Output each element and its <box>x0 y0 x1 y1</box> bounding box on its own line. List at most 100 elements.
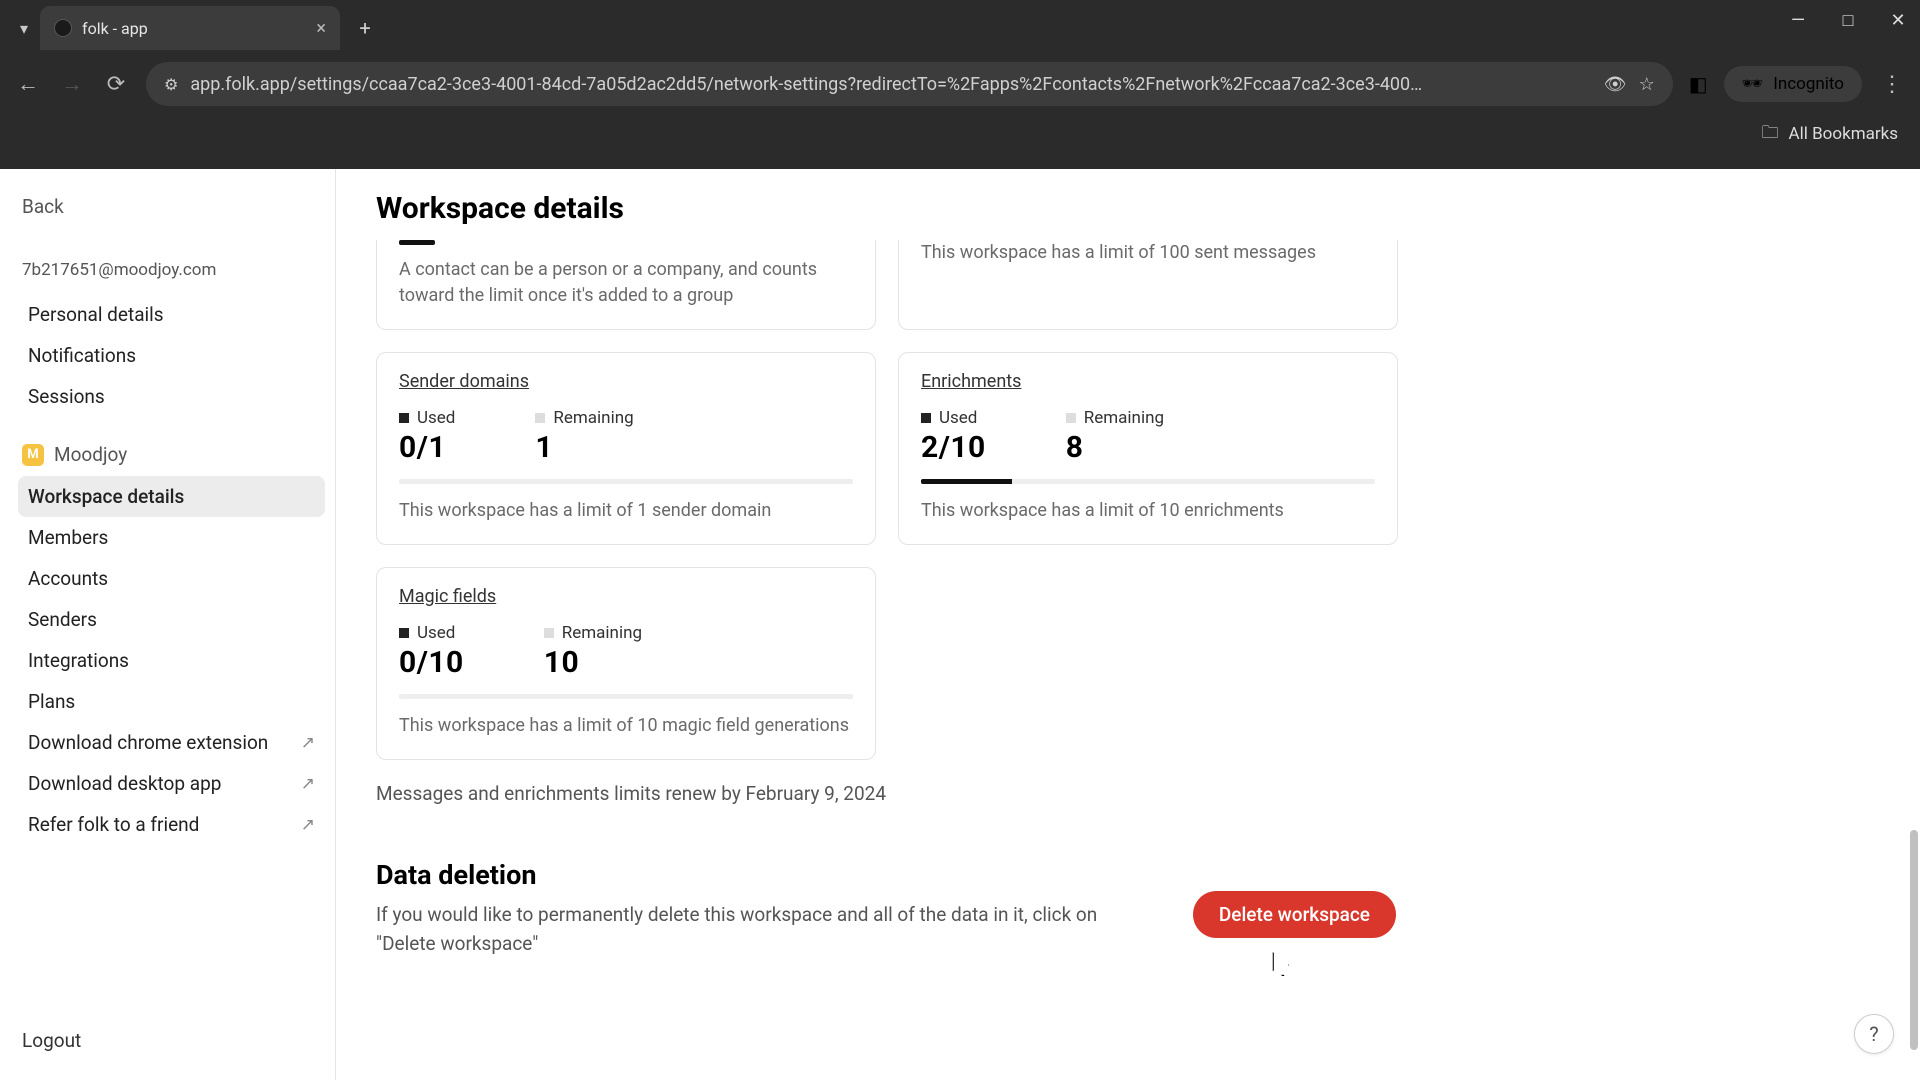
incognito-label: Incognito <box>1773 74 1844 94</box>
tab-bar: ▾ folk - app × + ― □ ✕ <box>0 0 1920 56</box>
used-label: Used <box>417 408 455 428</box>
sidebar-item-personal-details[interactable]: Personal details <box>18 294 325 335</box>
progress-bar <box>399 479 853 484</box>
window-controls: ― □ ✕ <box>1784 10 1912 31</box>
remaining-label: Remaining <box>562 623 642 643</box>
sidebar-item-chrome-extension[interactable]: Download chrome extension ↗ <box>18 722 325 763</box>
sidebar-item-sessions[interactable]: Sessions <box>18 376 325 417</box>
sidebar-item-workspace-details[interactable]: Workspace details <box>18 476 325 517</box>
browser-tab[interactable]: folk - app × <box>40 6 340 50</box>
all-bookmarks-link[interactable]: All Bookmarks <box>1789 124 1898 144</box>
sidebar-item-senders[interactable]: Senders <box>18 599 325 640</box>
tab-favicon <box>54 19 72 37</box>
progress-fill <box>921 479 1012 484</box>
new-tab-button[interactable]: + <box>348 11 382 45</box>
workspace-name: Moodjoy <box>54 443 127 466</box>
nav-back-icon[interactable]: ← <box>14 71 42 97</box>
account-email: 7b217651@moodjoy.com <box>18 256 325 284</box>
usage-card-messages-truncated: This workspace has a limit of 100 sent m… <box>898 240 1398 330</box>
bookmark-star-icon[interactable]: ☆ <box>1639 74 1655 95</box>
scrollbar-thumb[interactable] <box>1910 830 1918 1050</box>
sidebar-item-label: Refer folk to a friend <box>28 813 199 836</box>
card-description: This workspace has a limit of 10 enrichm… <box>921 498 1375 524</box>
used-value: 2/10 <box>921 430 986 465</box>
data-deletion-title: Data deletion <box>376 859 1136 891</box>
sidebar-item-refer-friend[interactable]: Refer folk to a friend ↗ <box>18 804 325 845</box>
address-bar: ← → ⟳ ⚙ app.folk.app/settings/ccaa7ca2-3… <box>0 56 1920 112</box>
usage-card-sender-domains: Sender domains Used 0/1 Remaining 1 This… <box>376 352 876 545</box>
usage-card-contacts-truncated: A contact can be a person or a company, … <box>376 240 876 330</box>
legend-dot-remaining <box>1066 413 1076 423</box>
close-window-icon[interactable]: ✕ <box>1884 10 1912 31</box>
data-deletion-section: Data deletion If you would like to perma… <box>376 859 1396 958</box>
incognito-icon: 🕶 <box>1742 74 1764 94</box>
delete-workspace-button[interactable]: Delete workspace <box>1193 891 1396 938</box>
incognito-indicator[interactable]: 🕶 Incognito <box>1724 66 1862 102</box>
help-button[interactable]: ? <box>1854 1014 1894 1054</box>
minimize-icon[interactable]: ― <box>1784 10 1812 31</box>
legend-dot-used <box>399 628 409 638</box>
usage-card-magic-fields: Magic fields Used 0/10 Remaining 10 This… <box>376 567 876 760</box>
sidebar-item-desktop-app[interactable]: Download desktop app ↗ <box>18 763 325 804</box>
progress-bar <box>399 694 853 699</box>
card-title-link[interactable]: Magic fields <box>399 586 496 607</box>
settings-sidebar: Back 7b217651@moodjoy.com Personal detai… <box>0 169 336 1080</box>
card-description: This workspace has a limit of 1 sender d… <box>399 498 853 524</box>
main-content: Workspace details A contact can be a per… <box>336 169 1920 1080</box>
legend-dot-used <box>921 413 931 423</box>
card-title-link[interactable]: Sender domains <box>399 371 529 392</box>
nav-reload-icon[interactable]: ⟳ <box>102 72 130 97</box>
card-description: This workspace has a limit of 100 sent m… <box>921 240 1375 266</box>
progress-fill <box>399 240 435 245</box>
progress-bar <box>921 479 1375 484</box>
legend-dot-remaining <box>535 413 545 423</box>
data-deletion-description: If you would like to permanently delete … <box>376 901 1136 958</box>
vertical-scrollbar[interactable] <box>1908 199 1918 1050</box>
folder-icon: 🗀 <box>1762 120 1779 149</box>
sidebar-item-accounts[interactable]: Accounts <box>18 558 325 599</box>
maximize-icon[interactable]: □ <box>1834 10 1862 31</box>
workspace-group-label: M Moodjoy <box>18 439 325 470</box>
browser-chrome: ▾ folk - app × + ― □ ✕ ← → ⟳ ⚙ app.folk.… <box>0 0 1920 169</box>
eye-off-icon[interactable]: 👁 <box>1604 74 1627 95</box>
sidebar-item-members[interactable]: Members <box>18 517 325 558</box>
used-label: Used <box>939 408 977 428</box>
page-title: Workspace details <box>376 191 1870 226</box>
sidebar-item-notifications[interactable]: Notifications <box>18 335 325 376</box>
tab-search-dropdown[interactable]: ▾ <box>8 12 40 44</box>
url-field[interactable]: ⚙ app.folk.app/settings/ccaa7ca2-3ce3-40… <box>146 62 1673 106</box>
usage-cards-row-truncated: A contact can be a person or a company, … <box>376 240 1870 330</box>
site-settings-icon[interactable]: ⚙ <box>164 75 178 94</box>
back-link[interactable]: Back <box>18 187 325 226</box>
used-value: 0/1 <box>399 430 455 465</box>
used-value: 0/10 <box>399 645 464 680</box>
remaining-label: Remaining <box>553 408 633 428</box>
external-link-icon: ↗ <box>301 774 315 794</box>
logout-link[interactable]: Logout <box>18 1019 325 1070</box>
legend-dot-used <box>399 413 409 423</box>
sidebar-item-integrations[interactable]: Integrations <box>18 640 325 681</box>
card-description: This workspace has a limit of 10 magic f… <box>399 713 853 739</box>
browser-menu-icon[interactable]: ⋮ <box>1878 72 1906 97</box>
url-text: app.folk.app/settings/ccaa7ca2-3ce3-4001… <box>190 74 1591 95</box>
tab-close-icon[interactable]: × <box>316 18 326 39</box>
remaining-value: 8 <box>1066 430 1164 465</box>
used-label: Used <box>417 623 455 643</box>
external-link-icon: ↗ <box>301 733 315 753</box>
usage-card-enrichments: Enrichments Used 2/10 Remaining 8 This w… <box>898 352 1398 545</box>
sidebar-item-label: Download chrome extension <box>28 731 268 754</box>
bookmarks-bar: 🗀 All Bookmarks <box>0 112 1920 156</box>
nav-forward-icon[interactable]: → <box>58 71 86 97</box>
usage-cards-row: Magic fields Used 0/10 Remaining 10 This… <box>376 567 1870 760</box>
sidebar-item-plans[interactable]: Plans <box>18 681 325 722</box>
card-title-link[interactable]: Enrichments <box>921 371 1021 392</box>
card-description: A contact can be a person or a company, … <box>399 257 853 309</box>
legend-dot-remaining <box>544 628 554 638</box>
app-root: Back 7b217651@moodjoy.com Personal detai… <box>0 169 1920 1080</box>
tab-title: folk - app <box>82 19 148 38</box>
remaining-label: Remaining <box>1084 408 1164 428</box>
remaining-value: 10 <box>544 645 642 680</box>
usage-cards-row: Sender domains Used 0/1 Remaining 1 This… <box>376 352 1870 545</box>
side-panel-icon[interactable]: ◧ <box>1689 72 1708 96</box>
external-link-icon: ↗ <box>301 815 315 835</box>
